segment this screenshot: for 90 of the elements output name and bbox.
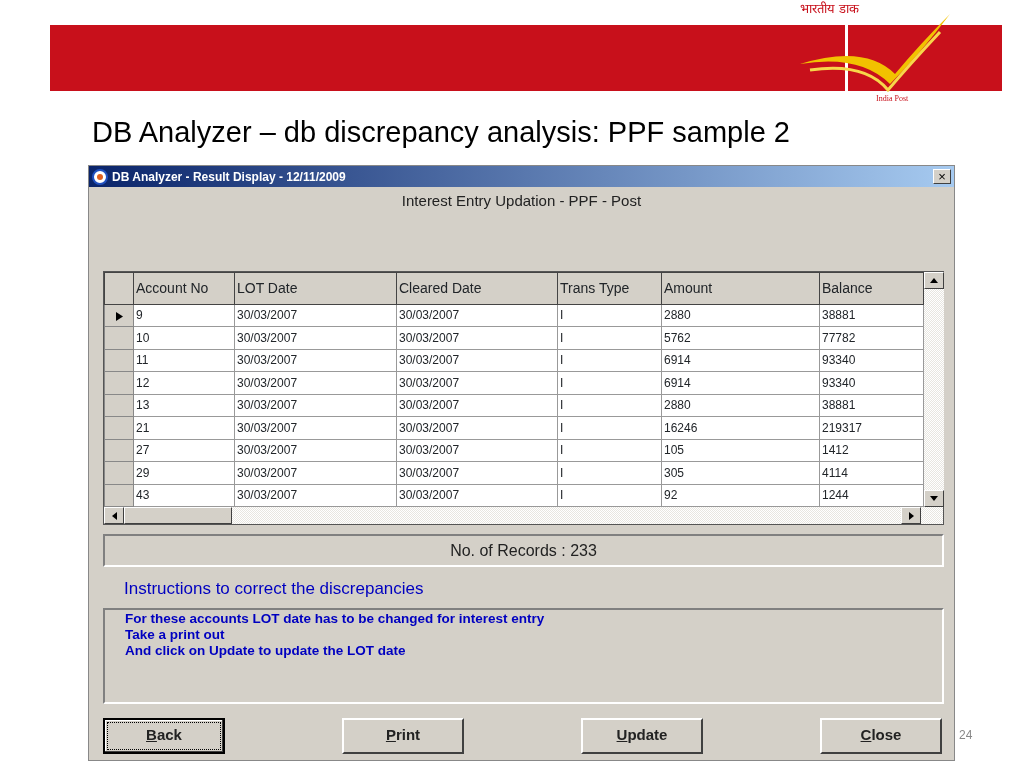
- table-cell: 16246: [661, 416, 820, 439]
- table-cell: I: [557, 349, 662, 372]
- table-cell: 9: [133, 304, 235, 327]
- dialog-button[interactable]: Back: [103, 717, 225, 754]
- down-arrow-icon: [930, 496, 938, 501]
- dialog-button[interactable]: Print: [342, 717, 464, 754]
- table-cell: 43: [133, 484, 235, 507]
- table-cell: 21: [133, 416, 235, 439]
- table-cell: 305: [661, 461, 820, 484]
- table-cell: I: [557, 304, 662, 327]
- scroll-thumb[interactable]: [124, 507, 232, 524]
- scroll-left-button[interactable]: [104, 507, 124, 524]
- table-cell: 13: [133, 394, 235, 417]
- table-cell: 4114: [819, 461, 924, 484]
- instruction-line: And click on Update to update the LOT date: [125, 642, 407, 659]
- table-cell: I: [557, 371, 662, 394]
- table-cell: 92: [661, 484, 820, 507]
- table-cell: 2880: [661, 394, 820, 417]
- page-number: 24: [959, 727, 973, 744]
- table-cell: 1244: [819, 484, 924, 507]
- table-cell: 11: [133, 349, 235, 372]
- table-cell: 6914: [661, 349, 820, 372]
- table-cell: 1412: [819, 439, 924, 462]
- table-cell: I: [557, 461, 662, 484]
- column-header[interactable]: LOT Date: [234, 272, 397, 304]
- scroll-right-button[interactable]: [901, 507, 921, 524]
- table-cell: 30/03/2007: [396, 349, 558, 372]
- table-cell: 5762: [661, 326, 820, 349]
- table-cell: 30/03/2007: [234, 326, 397, 349]
- table-cell: 30/03/2007: [234, 304, 397, 327]
- instructions-label: Instructions to correct the discrepancies: [124, 578, 425, 600]
- column-header[interactable]: Account No: [133, 272, 235, 304]
- table-cell: 93340: [819, 349, 924, 372]
- record-count: No. of Records : 233: [103, 534, 944, 567]
- up-arrow-icon: [930, 277, 938, 283]
- table-cell: 30/03/2007: [234, 461, 397, 484]
- instruction-line: Take a print out: [125, 626, 226, 643]
- table-cell: 30/03/2007: [396, 304, 558, 327]
- table-cell: I: [557, 416, 662, 439]
- close-button[interactable]: ×: [933, 169, 951, 184]
- table-cell: 30/03/2007: [234, 371, 397, 394]
- table-cell: 30/03/2007: [234, 416, 397, 439]
- column-header[interactable]: Balance: [819, 272, 924, 304]
- column-header[interactable]: Cleared Date: [396, 272, 558, 304]
- table-cell: 105: [661, 439, 820, 462]
- column-header[interactable]: Trans Type: [557, 272, 662, 304]
- table-cell: 219317: [819, 416, 924, 439]
- right-arrow-icon: [908, 511, 914, 520]
- table-cell: 30/03/2007: [396, 439, 558, 462]
- table-cell: 30/03/2007: [396, 326, 558, 349]
- table-cell: 38881: [819, 304, 924, 327]
- table-cell: 93340: [819, 371, 924, 394]
- table-cell: 30/03/2007: [396, 484, 558, 507]
- table-cell: 10: [133, 326, 235, 349]
- table-cell: 29: [133, 461, 235, 484]
- table-cell: 30/03/2007: [234, 439, 397, 462]
- column-header[interactable]: Amount: [661, 272, 820, 304]
- table-cell: 30/03/2007: [396, 416, 558, 439]
- scroll-down-button[interactable]: [924, 490, 944, 507]
- dialog-button[interactable]: Close: [820, 717, 942, 754]
- app-icon: [92, 168, 108, 185]
- row-header[interactable]: [104, 304, 134, 327]
- horizontal-scrollbar[interactable]: [104, 507, 943, 524]
- table-cell: 27: [133, 439, 235, 462]
- table-cell: I: [557, 484, 662, 507]
- table-cell: 77782: [819, 326, 924, 349]
- scroll-up-button[interactable]: [924, 271, 944, 289]
- table-cell: 38881: [819, 394, 924, 417]
- table-cell: 30/03/2007: [234, 484, 397, 507]
- table-cell: I: [557, 439, 662, 462]
- window-title: DB Analyzer - Result Display - 12/11/2009: [112, 168, 346, 186]
- table-cell: 6914: [661, 371, 820, 394]
- slide-title: DB Analyzer – db discrepancy analysis: PPF sample 2: [92, 115, 791, 150]
- table-cell: 30/03/2007: [396, 371, 558, 394]
- logo-script: भारतीय डाक: [800, 2, 860, 15]
- left-arrow-icon: [111, 511, 117, 520]
- table-cell: 2880: [661, 304, 820, 327]
- table-cell: 30/03/2007: [396, 461, 558, 484]
- vertical-scrollbar[interactable]: [924, 271, 944, 507]
- dialog-button[interactable]: Update: [581, 717, 703, 754]
- instruction-line: For these accounts LOT date has to be changed for interest entry: [125, 610, 546, 627]
- table-cell: 30/03/2007: [234, 394, 397, 417]
- row-pointer-icon: [115, 311, 123, 321]
- form-heading: Interest Entry Updation - PPF - Post: [400, 191, 643, 211]
- table-cell: 12: [133, 371, 235, 394]
- logo-caption: India Post: [876, 93, 909, 105]
- table-cell: 30/03/2007: [396, 394, 558, 417]
- table-cell: I: [557, 326, 662, 349]
- table-cell: 30/03/2007: [234, 349, 397, 372]
- table-cell: I: [557, 394, 662, 417]
